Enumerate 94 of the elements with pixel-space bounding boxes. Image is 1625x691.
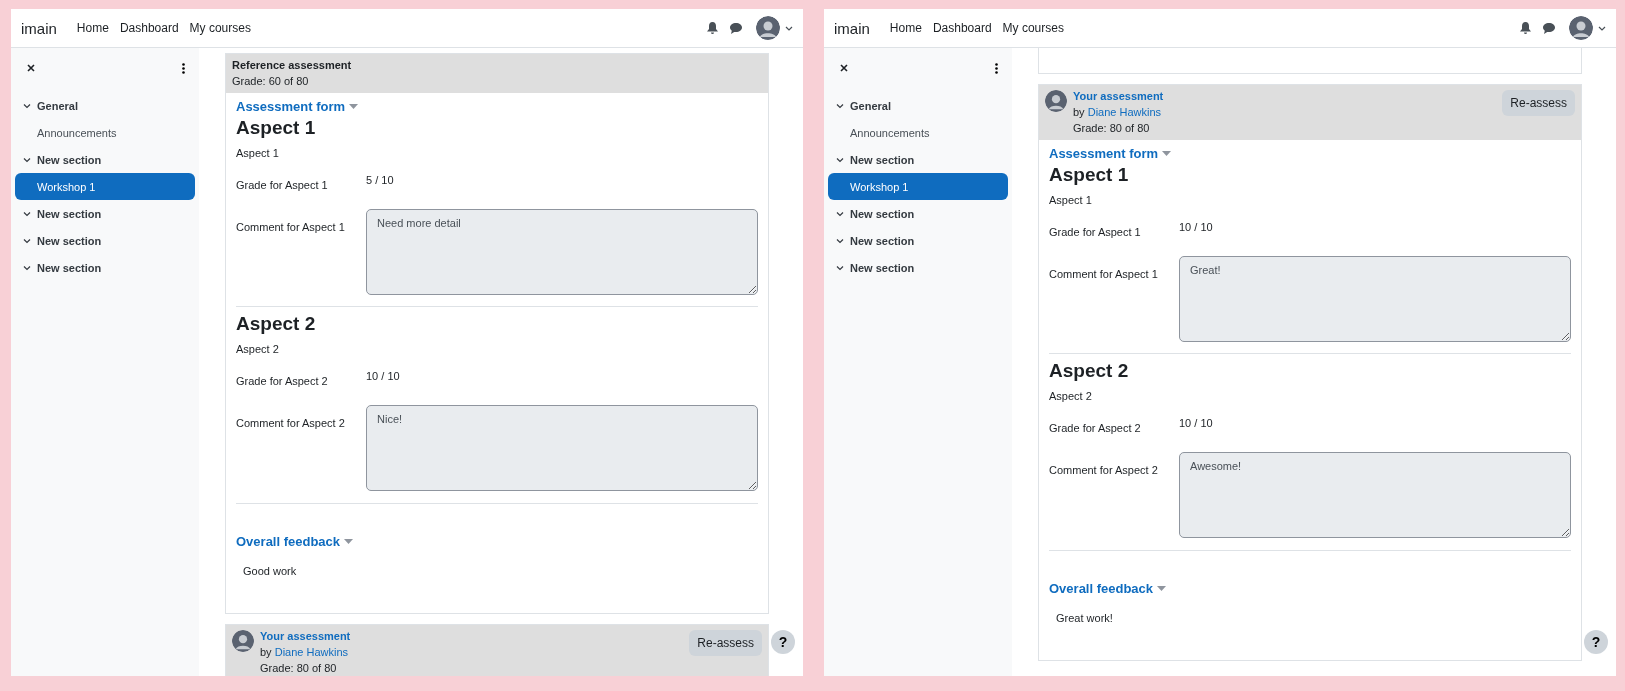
- aspect-description: Aspect 2: [236, 343, 280, 355]
- grade-value: 10 / 10: [1179, 221, 1213, 235]
- reassess-button[interactable]: Re-assess: [1502, 90, 1575, 116]
- chat-icon[interactable]: [1543, 22, 1555, 34]
- aspect-heading: Aspect 2: [236, 313, 317, 335]
- aspect-heading: Aspect 2: [1049, 360, 1130, 382]
- chevron-icon[interactable]: [23, 236, 31, 245]
- site-name[interactable]: imain: [21, 19, 57, 37]
- avatar: [756, 16, 780, 40]
- chevron-icon[interactable]: [836, 263, 844, 272]
- comment-label: Comment for Aspect 1: [1049, 267, 1159, 282]
- help-button[interactable]: ?: [1584, 630, 1608, 654]
- aspect-heading: Aspect 1: [236, 117, 317, 139]
- grade-text: Grade: 60 of 80: [232, 75, 310, 88]
- nav-link[interactable]: My courses: [189, 21, 251, 35]
- site-name[interactable]: imain: [834, 19, 870, 37]
- section-item[interactable]: New section: [15, 200, 195, 227]
- aspect-description: Aspect 2: [1049, 390, 1093, 402]
- caret-icon: [1157, 586, 1167, 591]
- card-title[interactable]: Your assessment: [1073, 90, 1497, 103]
- avatar: [232, 630, 254, 652]
- bell-icon[interactable]: [707, 22, 718, 34]
- chat-icon[interactable]: [730, 22, 742, 34]
- aspect-description: Aspect 1: [236, 147, 280, 159]
- section-item[interactable]: New section: [828, 227, 1008, 254]
- card-title: Reference assessment: [232, 59, 353, 72]
- author-text: by Diane Hawkins: [1073, 106, 1163, 119]
- reassess-button[interactable]: Re-assess: [689, 630, 762, 656]
- more-icon[interactable]: [995, 62, 998, 74]
- activity-item[interactable]: Announcements: [828, 119, 1008, 146]
- close-icon[interactable]: [27, 64, 35, 72]
- nav-link[interactable]: Home: [889, 21, 922, 35]
- author-link[interactable]: Diane Hawkins: [274, 646, 349, 658]
- comment-label: Comment for Aspect 2: [236, 416, 346, 431]
- nav-link[interactable]: Dashboard: [119, 21, 179, 35]
- feedback-text: Good work: [242, 564, 298, 577]
- nav-link[interactable]: Home: [76, 21, 109, 35]
- bell-icon[interactable]: [1520, 22, 1531, 34]
- comment-field[interactable]: Need more detail: [366, 209, 758, 295]
- chevron-icon[interactable]: [836, 209, 844, 218]
- assessment-form-toggle[interactable]: Assessment form: [1049, 146, 1571, 161]
- avatar: [1045, 90, 1067, 112]
- chevron-icon[interactable]: [836, 236, 844, 245]
- comment-field[interactable]: Great!: [1179, 256, 1571, 342]
- close-icon[interactable]: [840, 64, 848, 72]
- activity-item[interactable]: Announcements: [15, 119, 195, 146]
- section-item[interactable]: New section: [828, 200, 1008, 227]
- chevron-icon[interactable]: [23, 263, 31, 272]
- grade-text: Grade: 80 of 80: [1073, 122, 1151, 135]
- chevron-icon[interactable]: [836, 101, 844, 110]
- nav-link[interactable]: Dashboard: [932, 21, 992, 35]
- grade-label: Grade for Aspect 2: [1049, 421, 1142, 434]
- aspect-description: Aspect 1: [1049, 194, 1093, 206]
- caret-icon: [344, 539, 354, 544]
- avatar: [1569, 16, 1593, 40]
- grade-value: 5 / 10: [366, 174, 394, 188]
- comment-field[interactable]: Awesome!: [1179, 452, 1571, 538]
- feedback-text: Great work!: [1055, 611, 1114, 624]
- grade-text: Grade: 80 of 80: [260, 662, 338, 675]
- section-item[interactable]: New section: [15, 227, 195, 254]
- section-item[interactable]: New section: [828, 254, 1008, 281]
- grade-label: Grade for Aspect 1: [1049, 225, 1142, 238]
- activity-item[interactable]: Workshop 1: [828, 173, 1008, 200]
- chevron-icon[interactable]: [1598, 25, 1606, 31]
- comment-label: Comment for Aspect 2: [1049, 463, 1159, 478]
- activity-item[interactable]: Workshop 1: [15, 173, 195, 200]
- grade-value: 10 / 10: [366, 370, 400, 384]
- overall-feedback-toggle[interactable]: Overall feedback: [1049, 581, 1571, 596]
- card-title[interactable]: Your assessment: [260, 630, 684, 643]
- assessment-form-toggle[interactable]: Assessment form: [236, 99, 758, 114]
- overall-feedback-toggle[interactable]: Overall feedback: [236, 534, 758, 549]
- comment-field[interactable]: Nice!: [366, 405, 758, 491]
- author-text: by Diane Hawkins: [260, 646, 350, 659]
- chevron-icon[interactable]: [23, 209, 31, 218]
- caret-icon: [349, 104, 359, 109]
- nav-link[interactable]: My courses: [1002, 21, 1064, 35]
- grade-label: Grade for Aspect 1: [236, 178, 329, 191]
- chevron-icon[interactable]: [23, 101, 31, 110]
- aspect-heading: Aspect 1: [1049, 164, 1130, 186]
- comment-label: Comment for Aspect 1: [236, 220, 346, 235]
- section-item[interactable]: General: [828, 92, 1008, 119]
- section-item[interactable]: General: [15, 92, 195, 119]
- grade-value: 10 / 10: [1179, 417, 1213, 431]
- more-icon[interactable]: [182, 62, 185, 74]
- caret-icon: [1162, 151, 1172, 156]
- chevron-icon[interactable]: [785, 25, 793, 31]
- chevron-icon[interactable]: [23, 155, 31, 164]
- section-item[interactable]: New section: [15, 254, 195, 281]
- grade-label: Grade for Aspect 2: [236, 374, 329, 387]
- section-item[interactable]: New section: [828, 146, 1008, 173]
- author-link[interactable]: Diane Hawkins: [1087, 106, 1162, 118]
- section-item[interactable]: New section: [15, 146, 195, 173]
- help-button[interactable]: ?: [771, 630, 795, 654]
- chevron-icon[interactable]: [836, 155, 844, 164]
